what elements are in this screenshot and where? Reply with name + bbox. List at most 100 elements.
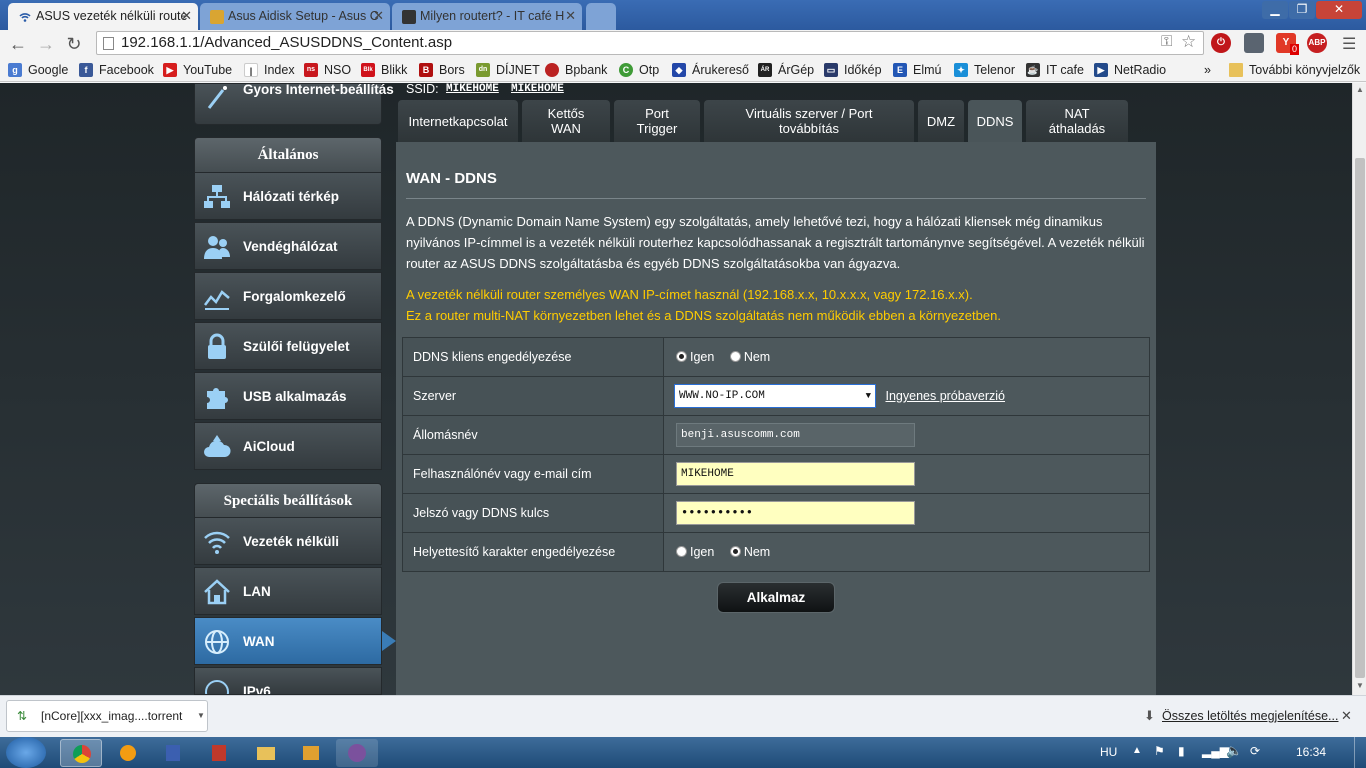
bookmark-index[interactable]: | Index — [244, 62, 295, 78]
bookmark-arukereso[interactable]: ◆ Árukereső — [672, 62, 749, 78]
scrollbar-thumb[interactable] — [1355, 158, 1365, 678]
taskbar-app-avast[interactable] — [106, 739, 148, 767]
other-bookmarks-folder[interactable]: További könyvjelzők — [1229, 62, 1360, 78]
chrome-menu-icon[interactable]: ☰ — [1342, 34, 1356, 54]
bookmark-otp[interactable]: C Otp — [619, 62, 659, 78]
sidebar-item-parental-control[interactable]: Szülői felügyelet — [194, 322, 382, 370]
bookmark-bors[interactable]: B Bors — [419, 62, 465, 78]
close-window-button[interactable]: ✕ — [1316, 1, 1362, 19]
volume-icon[interactable]: 🔈 — [1226, 743, 1242, 759]
show-hidden-icons-icon[interactable]: ▲ — [1132, 745, 1142, 756]
scroll-up-icon[interactable]: ▲ — [1356, 85, 1364, 94]
action-center-icon[interactable]: ⚑ — [1154, 744, 1165, 758]
maximize-window-button[interactable]: ❐ — [1289, 1, 1315, 19]
extension-icon[interactable] — [1244, 33, 1264, 53]
bookmark-argep[interactable]: ÁR ÁrGép — [758, 62, 814, 78]
sync-icon[interactable]: ⟳ — [1250, 744, 1260, 758]
sidebar-item-network-map[interactable]: Hálózati térkép — [194, 172, 382, 220]
bookmark-nso[interactable]: ns NSO — [304, 62, 351, 78]
bookmark-itcafe[interactable]: ☕ IT cafe — [1026, 62, 1084, 78]
page-scrollbar[interactable]: ▲ ▼ — [1352, 83, 1366, 695]
minimize-window-button[interactable]: ▁ — [1262, 1, 1288, 19]
wildcard-no-radio[interactable] — [729, 546, 741, 557]
sidebar-item-traffic-manager[interactable]: Forgalomkezelő — [194, 272, 382, 320]
bookmark-bpbank[interactable]: Bpbank — [545, 62, 607, 78]
bookmark-label: Telenor — [974, 63, 1015, 77]
close-tab-icon[interactable]: ✕ — [181, 3, 192, 29]
close-tab-icon[interactable]: ✕ — [373, 3, 384, 29]
close-tab-icon[interactable]: ✕ — [565, 3, 576, 29]
sidebar-item-ipv6[interactable]: IPv6 — [194, 667, 382, 695]
taskbar-app-explorer[interactable] — [244, 739, 286, 767]
adblock-icon[interactable]: ABP — [1307, 33, 1327, 53]
close-downloads-bar-icon[interactable]: ✕ — [1341, 708, 1352, 724]
network-map-icon — [204, 185, 230, 208]
bookmark-telenor[interactable]: ✦ Telenor — [954, 62, 1015, 78]
username-cell: MIKEHOME — [663, 454, 1150, 494]
hostname-input[interactable]: benji.asuscomm.com — [676, 423, 915, 447]
free-trial-link[interactable]: Ingyenes próbaverzió — [885, 389, 1005, 403]
bookmark-star-icon[interactable]: ☆ — [1181, 32, 1196, 52]
password-input[interactable]: •••••••••• — [676, 501, 915, 525]
scroll-down-icon[interactable]: ▼ — [1356, 681, 1364, 690]
tab-internet-connection[interactable]: Internetkapcsolat — [398, 100, 518, 142]
back-arrow-icon[interactable]: ← — [6, 32, 30, 56]
show-desktop-button[interactable] — [1354, 737, 1366, 768]
ddns-enable-yes-radio[interactable] — [676, 351, 687, 362]
network-signal-icon[interactable]: ▂▄▆ — [1202, 744, 1229, 758]
bookmark-elmu[interactable]: E Elmú — [893, 62, 941, 78]
tab-asus-aidisk[interactable]: Asus Aidisk Setup - Asus C ✕ — [200, 3, 390, 30]
ssid-5ghz[interactable]: MIKEHOME — [511, 83, 564, 95]
address-bar[interactable]: 192.168.1.1/Advanced_ASUSDDNS_Content.as… — [96, 31, 1204, 55]
bookmark-facebook[interactable]: f Facebook — [79, 62, 154, 78]
tab-ddns[interactable]: DDNS — [968, 100, 1022, 142]
tab-dmz[interactable]: DMZ — [918, 100, 964, 142]
apply-button[interactable]: Alkalmaz — [717, 582, 835, 613]
key-icon[interactable]: ⚿ — [1161, 33, 1172, 50]
language-indicator[interactable]: HU — [1100, 745, 1117, 759]
forward-arrow-icon[interactable]: → — [34, 32, 58, 56]
bookmark-youtube[interactable]: ▶ YouTube — [163, 62, 232, 78]
bookmark-idokep[interactable]: ▭ Időkép — [824, 62, 882, 78]
sidebar-item-wan[interactable]: WAN — [194, 617, 382, 665]
download-item[interactable]: ⇅ [nCore][xxx_imag....torrent ▼ — [6, 700, 208, 732]
taskbar-app-pdf[interactable] — [198, 739, 240, 767]
taskbar-chrome[interactable] — [60, 739, 102, 767]
taskbar-app-viber[interactable] — [336, 739, 378, 767]
bookmark-netradio[interactable]: ▶ NetRadio — [1094, 62, 1166, 78]
sidebar-item-guest-network[interactable]: Vendéghálózat — [194, 222, 382, 270]
tab-dual-wan[interactable]: Kettős WAN — [522, 100, 610, 142]
server-select[interactable]: WWW.NO-IP.COM ▼ — [674, 384, 876, 408]
taskbar-app-floppy[interactable] — [152, 739, 194, 767]
sidebar-item-aicloud[interactable]: AiCloud — [194, 422, 382, 470]
reload-icon[interactable]: ↻ — [62, 32, 86, 56]
bookmark-google[interactable]: g Google — [8, 62, 68, 78]
sidebar-quick-setup[interactable]: Gyors Internet-beállítás — [194, 82, 394, 125]
download-menu-arrow-icon[interactable]: ▼ — [197, 701, 205, 731]
show-all-downloads-link[interactable]: Összes letöltés megjelenítése... — [1162, 709, 1338, 723]
tab-port-trigger[interactable]: Port Trigger — [614, 100, 700, 142]
power-icon[interactable]: ▮ — [1178, 744, 1185, 758]
tab-virtual-server[interactable]: Virtuális szerver / Port továbbítás — [704, 100, 914, 142]
hostname-cell: benji.asuscomm.com — [663, 415, 1150, 455]
windows-start-icon[interactable] — [6, 737, 46, 768]
username-input[interactable]: MIKEHOME — [676, 462, 915, 486]
sidebar-item-lan[interactable]: LAN — [194, 567, 382, 615]
wildcard-yes-radio[interactable] — [676, 546, 687, 557]
ssid-24ghz[interactable]: MIKEHOME — [446, 83, 499, 95]
tab-asus-router[interactable]: ASUS vezeték nélküli route ✕ — [8, 3, 198, 30]
title-divider — [406, 198, 1146, 199]
bookmarks-overflow-button[interactable]: » — [1204, 62, 1211, 78]
tab-itcafe[interactable]: Milyen routert? - IT café H ✕ — [392, 3, 582, 30]
ddns-enable-no-radio[interactable] — [729, 351, 741, 362]
sidebar-item-usb-application[interactable]: USB alkalmazás — [194, 372, 382, 420]
bookmark-dijnet[interactable]: dn DÍJNET — [476, 62, 540, 78]
sidebar-item-wireless[interactable]: Vezeték nélküli — [194, 517, 382, 565]
new-tab-button[interactable] — [586, 3, 616, 30]
stop-extension-icon[interactable]: ⏻ — [1211, 33, 1231, 53]
tab-nat-passthrough[interactable]: NAT áthaladás — [1026, 100, 1128, 142]
taskbar-app-media[interactable] — [290, 739, 332, 767]
system-clock[interactable]: 16:34 — [1296, 745, 1326, 759]
google-icon: g — [8, 63, 22, 77]
bookmark-blikk[interactable]: Blk Blikk — [361, 62, 407, 78]
